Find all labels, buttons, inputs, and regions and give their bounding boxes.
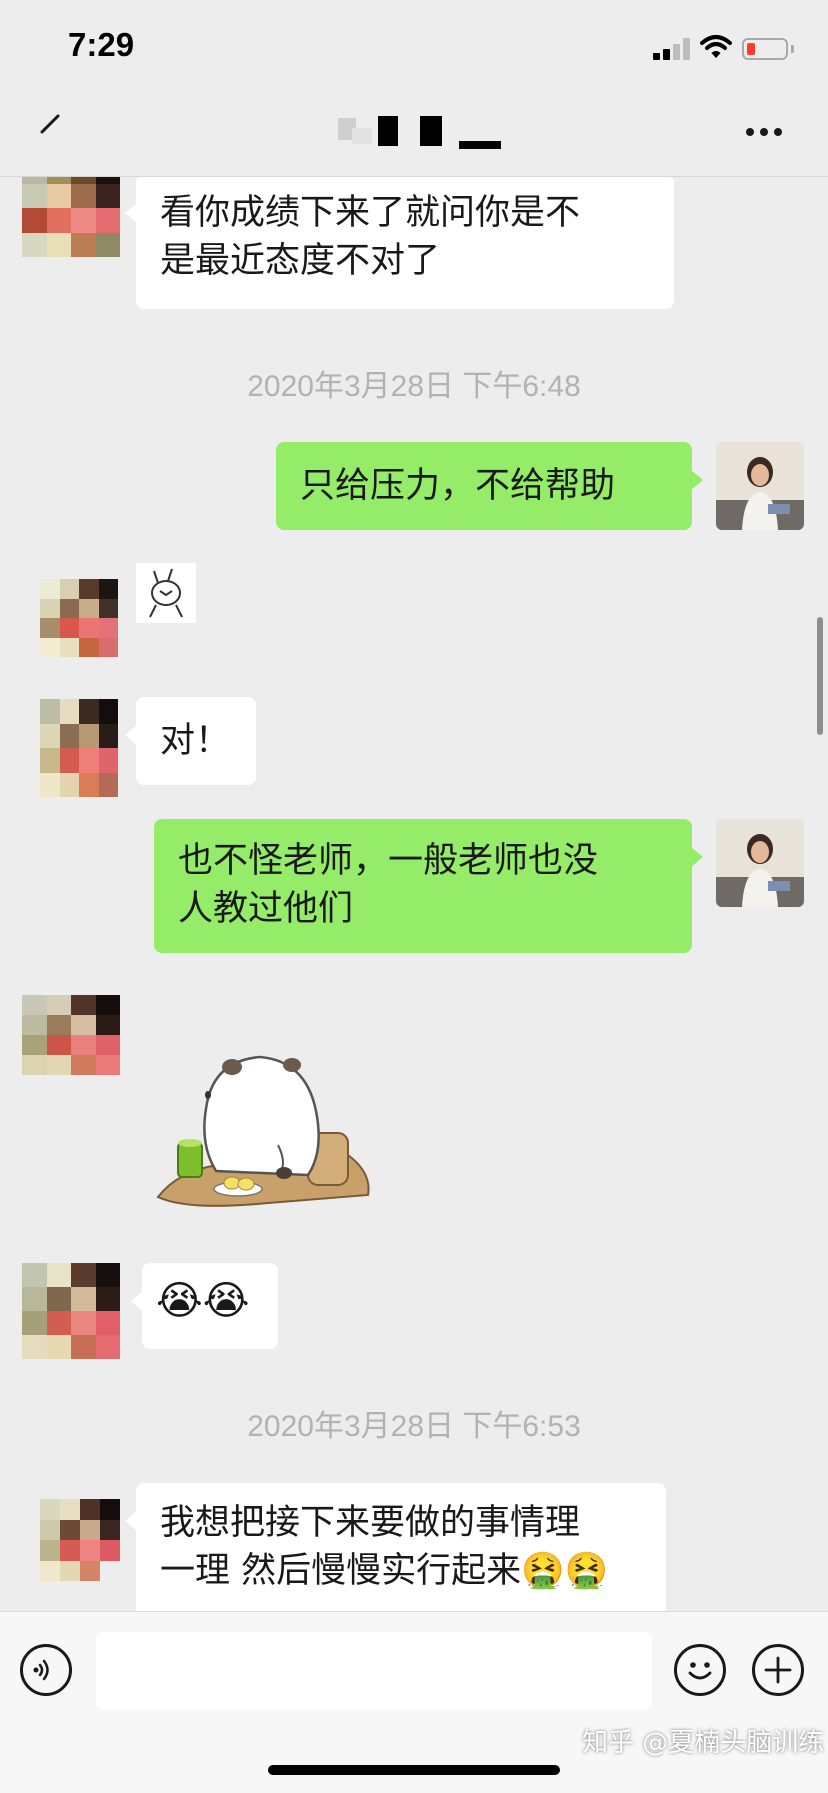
voice-icon [33,1659,49,1681]
contact-avatar[interactable] [22,177,120,257]
timestamp: 2020年3月28日 下午6:48 [247,370,581,403]
watermark: 知乎 @夏楠头脑训练 [582,1728,825,1758]
status-bar: 7:29 [0,0,828,96]
message-bubble-incoming[interactable]: 😭😭 [131,1263,278,1349]
input-bar: 知乎 @夏楠头脑训练 [0,1611,828,1793]
voice-button[interactable] [20,1644,72,1696]
my-avatar[interactable] [716,819,804,907]
home-indicator[interactable] [268,1765,560,1775]
battery-icon [742,38,788,60]
emoji-button[interactable] [674,1644,726,1696]
timestamp: 2020年3月28日 下午6:53 [247,1410,581,1443]
contact-avatar[interactable] [40,699,118,797]
panda-drinking-sticker[interactable] [148,1025,378,1215]
emoji-icon [688,1662,712,1680]
contact-avatar[interactable] [40,1499,120,1581]
message-bubble-outgoing[interactable]: 只给压力，不给帮助 [276,442,703,530]
message-bubble-outgoing[interactable]: 也不怪老师，一般老师也没 人教过他们 [154,819,703,953]
message-bubble-incoming[interactable]: 看你成绩下来了就问你是不 是最近态度不对了 [125,177,674,309]
nav-bar [0,96,828,177]
signal-icon [653,38,693,60]
status-time: 7:29 [68,26,135,63]
more-icon[interactable] [744,126,784,138]
chat-area[interactable]: 看你成绩下来了就问你是不 是最近态度不对了 2020年3月28日 下午6:48 … [0,177,828,1611]
plus-icon [764,1656,792,1684]
message-bubble-incoming[interactable]: 对！ [125,697,256,785]
scroll-indicator[interactable] [817,617,823,735]
contact-avatar[interactable] [22,1263,120,1359]
contact-avatar[interactable] [40,579,118,657]
my-avatar[interactable] [716,442,804,530]
small-rabbit-sticker[interactable] [136,563,196,623]
contact-avatar[interactable] [22,995,120,1075]
plus-button[interactable] [752,1644,804,1696]
redacted-title [338,116,506,156]
wifi-icon [700,35,732,58]
message-input[interactable] [96,1632,652,1710]
message-bubble-incoming[interactable]: 我想把接下来要做的事情理 一理 然后慢慢实行起来🤮🤮 [125,1483,666,1611]
back-icon[interactable] [38,110,64,136]
